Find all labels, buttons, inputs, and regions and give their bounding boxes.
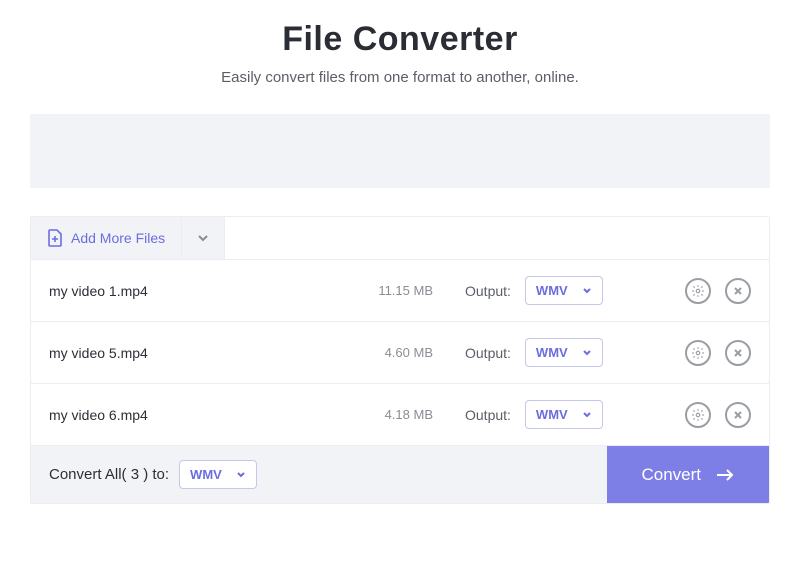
close-icon xyxy=(733,410,743,420)
file-size: 4.60 MB xyxy=(343,345,433,360)
add-more-files-dropdown[interactable] xyxy=(182,217,225,259)
remove-button[interactable] xyxy=(725,340,751,366)
convert-all-format-dropdown[interactable]: WMV xyxy=(179,460,257,489)
settings-button[interactable] xyxy=(685,402,711,428)
toolbar: Add More Files xyxy=(31,217,769,260)
file-row: my video 5.mp4 4.60 MB Output: WMV xyxy=(31,322,769,384)
output-format-value: WMV xyxy=(536,283,568,298)
file-list: Add More Files my video 1.mp4 11.15 MB O… xyxy=(30,216,770,504)
convert-all-format-value: WMV xyxy=(190,467,222,482)
settings-button[interactable] xyxy=(685,340,711,366)
file-size: 11.15 MB xyxy=(343,283,433,298)
convert-all-label: Convert All( 3 ) to: xyxy=(49,466,169,483)
file-name: my video 5.mp4 xyxy=(49,345,329,361)
add-more-files-label: Add More Files xyxy=(71,230,165,246)
page-title: File Converter xyxy=(282,20,518,59)
gear-icon xyxy=(691,346,705,360)
remove-button[interactable] xyxy=(725,278,751,304)
add-file-icon xyxy=(47,229,63,247)
chevron-down-icon xyxy=(582,286,592,296)
output-format-dropdown[interactable]: WMV xyxy=(525,400,603,429)
drop-area[interactable] xyxy=(30,114,770,188)
file-row: my video 1.mp4 11.15 MB Output: WMV xyxy=(31,260,769,322)
close-icon xyxy=(733,286,743,296)
output-format-dropdown[interactable]: WMV xyxy=(525,276,603,305)
output-format-dropdown[interactable]: WMV xyxy=(525,338,603,367)
output-format-value: WMV xyxy=(536,407,568,422)
chevron-down-icon xyxy=(196,231,210,245)
convert-button-label: Convert xyxy=(641,465,701,485)
arrow-right-icon xyxy=(715,467,735,483)
output-format-value: WMV xyxy=(536,345,568,360)
output-label: Output: xyxy=(465,283,511,299)
close-icon xyxy=(733,348,743,358)
file-name: my video 1.mp4 xyxy=(49,283,329,299)
chevron-down-icon xyxy=(582,348,592,358)
chevron-down-icon xyxy=(236,470,246,480)
file-name: my video 6.mp4 xyxy=(49,407,329,423)
chevron-down-icon xyxy=(582,410,592,420)
output-label: Output: xyxy=(465,345,511,361)
file-size: 4.18 MB xyxy=(343,407,433,422)
file-row: my video 6.mp4 4.18 MB Output: WMV xyxy=(31,384,769,446)
convert-button[interactable]: Convert xyxy=(607,446,769,503)
footer-bar: Convert All( 3 ) to: WMV Convert xyxy=(31,446,769,503)
page-subtitle: Easily convert files from one format to … xyxy=(221,69,579,86)
gear-icon xyxy=(691,284,705,298)
add-more-files-button[interactable]: Add More Files xyxy=(31,217,182,259)
settings-button[interactable] xyxy=(685,278,711,304)
output-label: Output: xyxy=(465,407,511,423)
gear-icon xyxy=(691,408,705,422)
remove-button[interactable] xyxy=(725,402,751,428)
